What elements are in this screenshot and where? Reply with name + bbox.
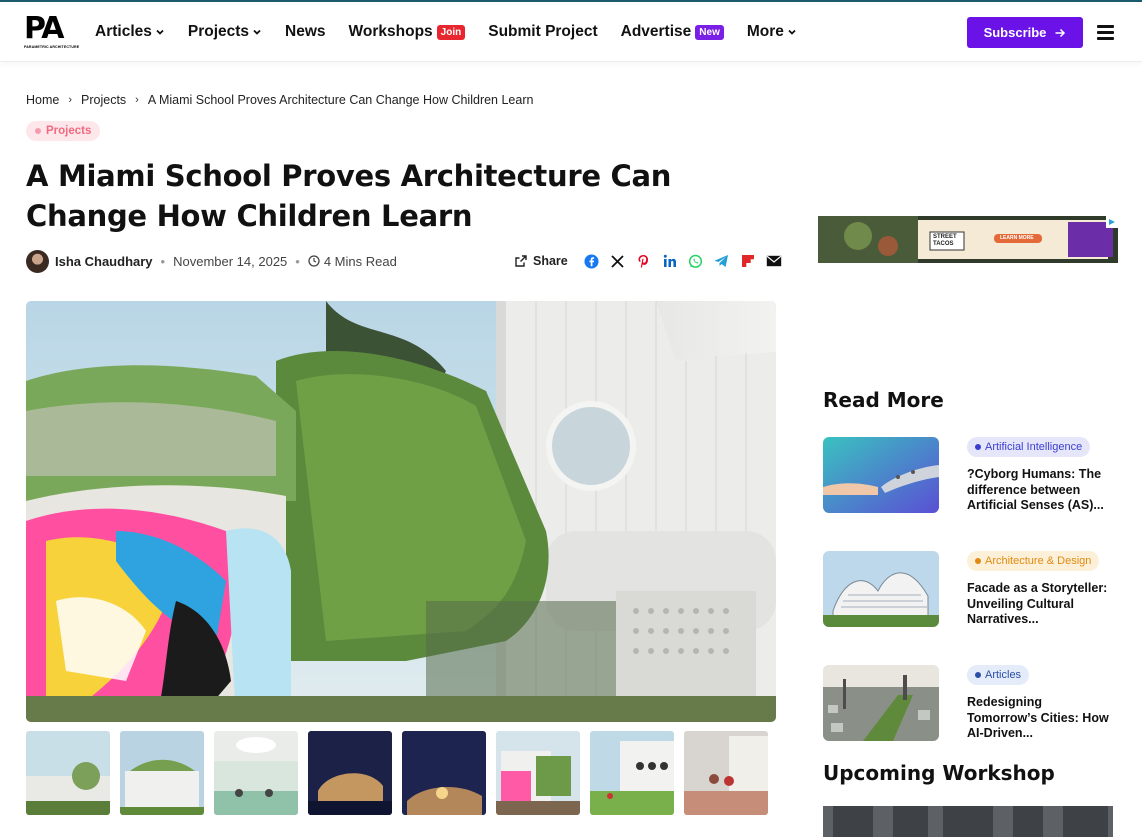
read-more-tag[interactable]: Artificial Intelligence <box>967 437 1091 457</box>
menu-icon[interactable] <box>1097 25 1114 40</box>
gallery-thumb[interactable] <box>590 731 674 815</box>
arrow-right-icon <box>1055 28 1066 37</box>
nav-workshops-label: Workshops <box>348 23 433 40</box>
main-nav: Articles Projects News Workshops Join Su… <box>95 2 820 62</box>
meta-separator: • <box>295 253 300 269</box>
share-label: Share <box>533 254 568 268</box>
nav-more-label: More <box>746 23 784 40</box>
workshop-image[interactable] <box>823 806 1113 837</box>
read-more-title[interactable]: ?Cyborg Humans: The difference between A… <box>967 467 1115 514</box>
chevron-down-icon <box>788 29 796 35</box>
email-icon[interactable] <box>766 253 782 269</box>
category-label: Projects <box>46 125 92 137</box>
flipboard-icon[interactable] <box>740 253 756 269</box>
gallery-thumb[interactable] <box>496 731 580 815</box>
breadcrumb-home[interactable]: Home <box>26 93 59 107</box>
chevron-down-icon <box>253 29 261 35</box>
nav-advertise-label: Advertise <box>620 23 692 40</box>
tag-dot <box>975 672 981 678</box>
meta-separator: • <box>160 253 166 269</box>
upcoming-workshop-heading: Upcoming Workshop <box>823 761 1055 785</box>
new-badge: New <box>695 24 724 40</box>
site-header: PA PARAMETRIC ARCHITECTURE Articles Proj… <box>0 2 1142 62</box>
nav-projects[interactable]: Projects <box>188 23 262 41</box>
read-more-item[interactable]: Artificial Intelligence ?Cyborg Humans: … <box>823 437 1118 517</box>
ad-text-learn-more: LEARN MORE <box>1000 235 1034 241</box>
category-dot <box>35 128 41 134</box>
tag-label: Artificial Intelligence <box>985 441 1083 453</box>
article-title: A Miami School Proves Architecture Can C… <box>26 159 672 233</box>
logo-subtext: PARAMETRIC ARCHITECTURE <box>24 45 80 49</box>
share-buttons <box>584 253 792 269</box>
facebook-icon[interactable] <box>584 253 600 269</box>
read-time: 4 Mins Read <box>323 253 397 269</box>
tag-label: Articles <box>985 669 1022 681</box>
read-more-title[interactable]: Redesigning Tomorrow’s Cities: How AI-Dr… <box>967 695 1115 742</box>
breadcrumb-current: A Miami School Proves Architecture Can C… <box>147 93 534 107</box>
nav-submit-project-label: Submit Project <box>488 23 598 40</box>
gallery-thumb[interactable] <box>26 731 110 815</box>
author-name[interactable]: Isha Chaudhary <box>55 254 153 269</box>
tag-dot <box>975 558 981 564</box>
read-more-thumb[interactable] <box>823 437 939 513</box>
clock-icon <box>308 255 320 267</box>
gallery-thumb[interactable] <box>308 731 392 815</box>
read-more-tag[interactable]: Articles <box>967 665 1030 685</box>
advertisement-banner[interactable]: STREET TACOS LEARN MORE <box>818 216 1118 263</box>
breadcrumb-projects[interactable]: Projects <box>81 93 126 107</box>
chevron-right-icon: › <box>68 94 73 106</box>
x-icon[interactable] <box>610 253 626 269</box>
pinterest-icon[interactable] <box>636 253 652 269</box>
nav-articles[interactable]: Articles <box>95 23 165 41</box>
hero-illustration <box>26 301 776 722</box>
nav-articles-label: Articles <box>95 23 152 40</box>
read-more-item[interactable]: Articles Redesigning Tomorrow’s Cities: … <box>823 665 1118 745</box>
gallery-thumb[interactable] <box>214 731 298 815</box>
join-badge: Join <box>436 24 466 40</box>
nav-submit-project[interactable]: Submit Project <box>488 23 597 41</box>
gallery-thumb[interactable] <box>120 731 204 815</box>
read-more-title[interactable]: Facade as a Storyteller: Unveiling Cultu… <box>967 581 1115 628</box>
chevron-right-icon: › <box>135 94 139 106</box>
hero-image[interactable] <box>26 301 776 722</box>
linkedin-icon[interactable] <box>662 253 678 269</box>
nav-projects-label: Projects <box>187 23 250 40</box>
read-more-item[interactable]: Architecture & Design Facade as a Storyt… <box>823 551 1118 631</box>
chevron-down-icon <box>156 29 164 35</box>
site-logo[interactable]: PA PARAMETRIC ARCHITECTURE <box>24 11 80 50</box>
subscribe-button[interactable]: Subscribe <box>967 17 1083 48</box>
nav-workshops[interactable]: Workshops Join <box>349 23 466 41</box>
read-more-thumb[interactable] <box>823 551 939 627</box>
gallery-thumb[interactable] <box>684 731 768 815</box>
share-icon <box>515 255 527 267</box>
author-avatar[interactable] <box>26 249 49 273</box>
publish-date: November 14, 2025 <box>173 253 288 269</box>
nav-news[interactable]: News <box>285 23 326 41</box>
nav-news-label: News <box>285 23 326 40</box>
category-pill[interactable]: Projects <box>26 121 101 141</box>
read-more-heading: Read More <box>823 388 944 412</box>
ad-text-street-tacos: STREET TACOS <box>933 234 957 247</box>
article-meta: Isha Chaudhary • November 14, 2025 • 4 M… <box>26 249 397 273</box>
telegram-icon[interactable] <box>714 253 730 269</box>
tag-label: Architecture & Design <box>985 555 1092 567</box>
logo-text: PA <box>24 11 64 46</box>
whatsapp-icon[interactable] <box>688 253 704 269</box>
nav-more[interactable]: More <box>747 23 797 41</box>
read-more-thumb[interactable] <box>823 665 939 741</box>
breadcrumb: Home › Projects › A Miami School Proves … <box>26 93 533 107</box>
gallery-thumb[interactable] <box>402 731 486 815</box>
tag-dot <box>975 444 981 450</box>
subscribe-label: Subscribe <box>983 25 1047 40</box>
nav-advertise[interactable]: Advertise New <box>621 23 724 41</box>
share-bar: Share <box>514 250 792 272</box>
gallery-thumbnails <box>26 731 778 815</box>
read-more-tag[interactable]: Architecture & Design <box>967 551 1100 571</box>
